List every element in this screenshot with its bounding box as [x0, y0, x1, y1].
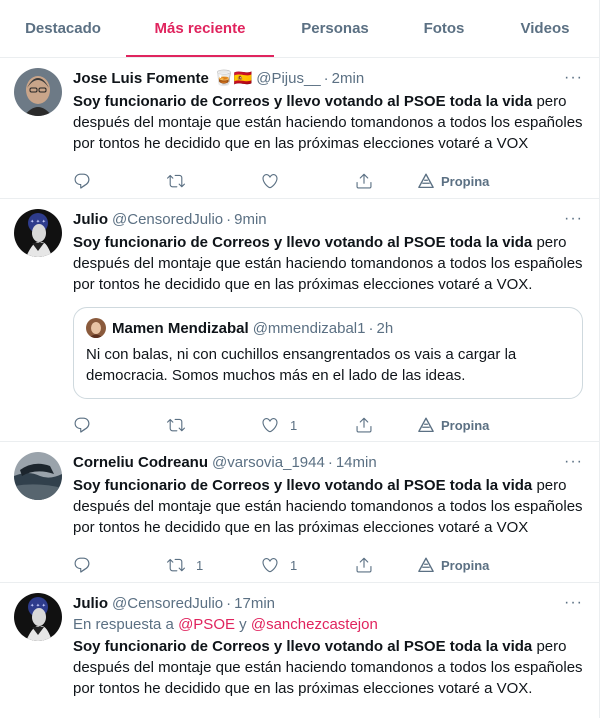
more-icon[interactable]: ··· — [564, 594, 583, 612]
tweet-text: Soy funcionario de Correos y llevo votan… — [73, 636, 583, 699]
tweet[interactable]: Jose Luis Fomente 🥃🇪🇸 @Pijus__ · 2min ··… — [0, 58, 599, 199]
tip-label: Propina — [441, 173, 490, 189]
tip-label: Propina — [441, 417, 490, 433]
tweet-time[interactable]: 2min — [332, 70, 365, 87]
heart-icon — [262, 174, 278, 189]
like-button[interactable]: 1 — [261, 556, 355, 574]
tip-label: Propina — [441, 557, 490, 573]
share-icon — [356, 557, 372, 573]
tip-button[interactable]: Propina — [417, 172, 489, 190]
quoted-tweet-text: Ni con balas, ni con cuchillos ensangren… — [86, 346, 517, 384]
more-icon[interactable]: ··· — [564, 69, 583, 87]
search-results-page: Destacado Más reciente Personas Fotos Vi… — [0, 0, 600, 718]
retweet-count: 1 — [196, 557, 204, 573]
separator-dot: · — [323, 69, 329, 87]
tab-people[interactable]: Personas — [274, 0, 396, 57]
retweet-icon — [167, 558, 185, 572]
tweet-time[interactable]: 9min — [234, 211, 267, 228]
quoted-avatar — [86, 318, 106, 338]
share-icon — [356, 417, 372, 433]
reply-mention-psoe[interactable]: @PSOE — [178, 616, 235, 633]
like-count: 1 — [290, 417, 298, 433]
tweet-text-bold: Soy funcionario de Correos y llevo votan… — [73, 638, 533, 655]
tab-latest[interactable]: Más reciente — [126, 0, 274, 57]
reply-icon — [74, 173, 90, 189]
tweet-time[interactable]: 17min — [234, 595, 275, 612]
quoted-author-handle: @mmendizabal1 — [252, 319, 366, 337]
author-handle[interactable]: @Pijus__ — [256, 70, 320, 87]
quoted-author-name: Mamen Mendizabal — [112, 319, 249, 337]
tweet-actions: 1 Propina — [73, 401, 583, 449]
tweet[interactable]: Corneliu Codreanu @varsovia_1944 · 14min… — [0, 442, 599, 583]
separator-dot: · — [368, 319, 374, 337]
search-tabs: Destacado Más reciente Personas Fotos Vi… — [0, 0, 599, 58]
avatar[interactable] — [14, 68, 62, 116]
reply-and: y — [235, 616, 251, 633]
reply-icon — [74, 557, 90, 573]
tweet-text: Soy funcionario de Correos y llevo votan… — [73, 232, 583, 295]
separator-dot: · — [226, 210, 232, 228]
promote-icon — [418, 173, 434, 189]
like-button[interactable] — [261, 172, 355, 190]
share-button[interactable] — [355, 416, 417, 434]
reply-button[interactable] — [73, 556, 167, 574]
share-button[interactable] — [355, 172, 417, 190]
reply-prefix: En respuesta a — [73, 616, 179, 633]
tweet-text-bold: Soy funcionario de Correos y llevo votan… — [73, 234, 533, 251]
heart-icon — [262, 418, 278, 433]
retweet-icon — [167, 174, 185, 188]
reply-context: En respuesta a @PSOE y @sanchezcastejon — [73, 616, 583, 633]
retweet-icon — [167, 418, 185, 432]
author-name[interactable]: Jose Luis Fomente — [73, 70, 209, 87]
promote-icon — [418, 417, 434, 433]
share-icon — [356, 173, 372, 189]
tab-top[interactable]: Destacado — [0, 0, 126, 57]
author-handle[interactable]: @CensoredJulio — [112, 211, 223, 228]
tab-videos[interactable]: Videos — [492, 0, 598, 57]
quoted-tweet[interactable]: Mamen Mendizabal @mmendizabal1 · 2h Ni c… — [73, 307, 583, 399]
reply-mention-sanchezcastejon[interactable]: @sanchezcastejon — [251, 616, 378, 633]
author-name[interactable]: Julio — [73, 595, 108, 612]
tip-button[interactable]: Propina — [417, 556, 489, 574]
reply-icon — [74, 417, 90, 433]
tweet-text: Soy funcionario de Correos y llevo votan… — [73, 475, 583, 538]
tab-photos[interactable]: Fotos — [396, 0, 492, 57]
reply-button[interactable] — [73, 172, 167, 190]
retweet-button[interactable]: 1 — [167, 556, 261, 574]
tweet-text: Soy funcionario de Correos y llevo votan… — [73, 91, 583, 154]
author-handle[interactable]: @varsovia_1944 — [212, 454, 325, 471]
tip-button[interactable]: Propina — [417, 416, 489, 434]
separator-dot: · — [226, 594, 232, 612]
promote-icon — [418, 557, 434, 573]
like-count: 1 — [290, 557, 298, 573]
heart-icon — [262, 558, 278, 573]
tweet-text-bold: Soy funcionario de Correos y llevo votan… — [73, 93, 533, 110]
share-button[interactable] — [355, 556, 417, 574]
retweet-button[interactable] — [167, 172, 261, 190]
avatar[interactable] — [14, 452, 62, 500]
tweet[interactable]: ✦ ✦ ✦ Julio @CensoredJulio · 9min ··· So… — [0, 199, 599, 442]
author-name[interactable]: Julio — [73, 211, 108, 228]
tweet-actions: Propina — [73, 157, 583, 205]
quoted-tweet-time: 2h — [376, 319, 394, 337]
tweet[interactable]: ✦ ✦ ✦ Julio @CensoredJulio · 17min ··· E… — [0, 583, 599, 718]
tweet-actions: 1 1 Propina — [73, 541, 583, 589]
like-button[interactable]: 1 — [261, 416, 355, 434]
author-name[interactable]: Corneliu Codreanu — [73, 454, 208, 471]
more-icon[interactable]: ··· — [564, 453, 583, 471]
avatar[interactable]: ✦ ✦ ✦ — [14, 209, 62, 257]
tweet-time[interactable]: 14min — [336, 454, 377, 471]
reply-button[interactable] — [73, 416, 167, 434]
more-icon[interactable]: ··· — [564, 210, 583, 228]
retweet-button[interactable] — [167, 416, 261, 434]
separator-dot: · — [327, 453, 333, 471]
avatar[interactable]: ✦ ✦ ✦ — [14, 593, 62, 641]
author-handle[interactable]: @CensoredJulio — [112, 595, 223, 612]
name-emojis: 🥃🇪🇸 — [214, 70, 253, 87]
tweet-text-bold: Soy funcionario de Correos y llevo votan… — [73, 477, 533, 494]
